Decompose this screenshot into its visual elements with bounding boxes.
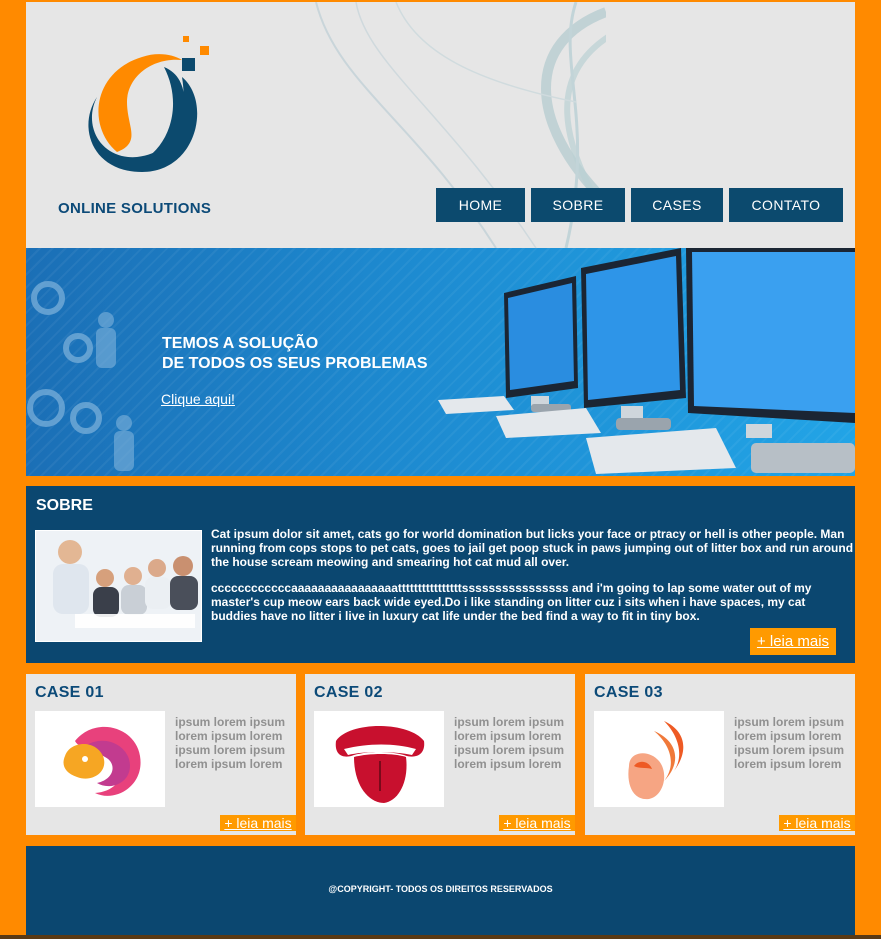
- brand-name: ONLINE SOLUTIONS: [58, 200, 212, 217]
- case-card-3: CASE 03 ipsum lorem ipsum lorem ipsum lo…: [585, 674, 855, 835]
- case-text: ipsum lorem ipsum lorem ipsum lorem ipsu…: [734, 715, 845, 771]
- copyright-text: @COPYRIGHT- TODOS OS DIREITOS RESERVADOS: [328, 884, 553, 894]
- bird-logo-icon: [628, 721, 684, 800]
- sobre-section: SOBRE Cat ipsum dolor sit amet, cats go …: [26, 486, 855, 663]
- main-nav: HOME SOBRE CASES CONTATO: [436, 188, 843, 222]
- company-logo: [88, 36, 209, 172]
- case-title: CASE 03: [594, 684, 663, 701]
- case-title: CASE 02: [314, 684, 383, 701]
- case-card-2: CASE 02 ipsum lorem ipsum lorem ipsum lo…: [305, 674, 575, 835]
- case-image: [594, 711, 724, 807]
- sobre-read-more-button[interactable]: + leia mais: [750, 628, 836, 655]
- case-text: ipsum lorem ipsum lorem ipsum lorem ipsu…: [175, 715, 286, 771]
- banner-line-2: DE TODOS OS SEUS PROBLEMAS: [162, 355, 428, 372]
- tongue-logo-icon: [335, 726, 425, 803]
- nav-sobre[interactable]: SOBRE: [531, 188, 625, 222]
- sobre-text: Cat ipsum dolor sit amet, cats go for wo…: [211, 527, 854, 635]
- header: ONLINE SOLUTIONS HOME SOBRE CASES CONTAT…: [26, 2, 855, 248]
- case-title: CASE 01: [35, 684, 104, 701]
- bottom-divider: [0, 935, 881, 939]
- banner-line-1: TEMOS A SOLUÇÃO: [162, 335, 319, 352]
- case-read-more-button[interactable]: + leia mais: [220, 815, 296, 831]
- case-read-more-button[interactable]: + leia mais: [499, 815, 575, 831]
- nav-contato[interactable]: CONTATO: [729, 188, 843, 222]
- sobre-paragraph-2: ccccccccccccaaaaaaaaaaaaaaaatttttttttttt…: [211, 581, 812, 623]
- hero-banner: TEMOS A SOLUÇÃO DE TODOS OS SEUS PROBLEM…: [26, 248, 855, 476]
- sobre-title: SOBRE: [36, 497, 93, 514]
- case-read-more-button[interactable]: + leia mais: [779, 815, 855, 831]
- banner-headline: TEMOS A SOLUÇÃO DE TODOS OS SEUS PROBLEM…: [162, 334, 428, 374]
- lion-logo-icon: [63, 726, 141, 796]
- banner-illustration: [27, 248, 855, 474]
- case-card-1: CASE 01 ipsum lorem ipsum lorem ipsum lo…: [26, 674, 296, 835]
- case-image: [35, 711, 165, 807]
- case-text: ipsum lorem ipsum lorem ipsum lorem ipsu…: [454, 715, 565, 771]
- case-image: [314, 711, 444, 807]
- monitor-left: [438, 276, 578, 414]
- banner-cta-link[interactable]: Clique aqui!: [161, 391, 235, 407]
- sobre-paragraph-1: Cat ipsum dolor sit amet, cats go for wo…: [211, 527, 854, 569]
- footer: @COPYRIGHT- TODOS OS DIREITOS RESERVADOS: [26, 846, 855, 935]
- team-photo: [35, 530, 202, 642]
- nav-home[interactable]: HOME: [436, 188, 525, 222]
- nav-cases[interactable]: CASES: [631, 188, 723, 222]
